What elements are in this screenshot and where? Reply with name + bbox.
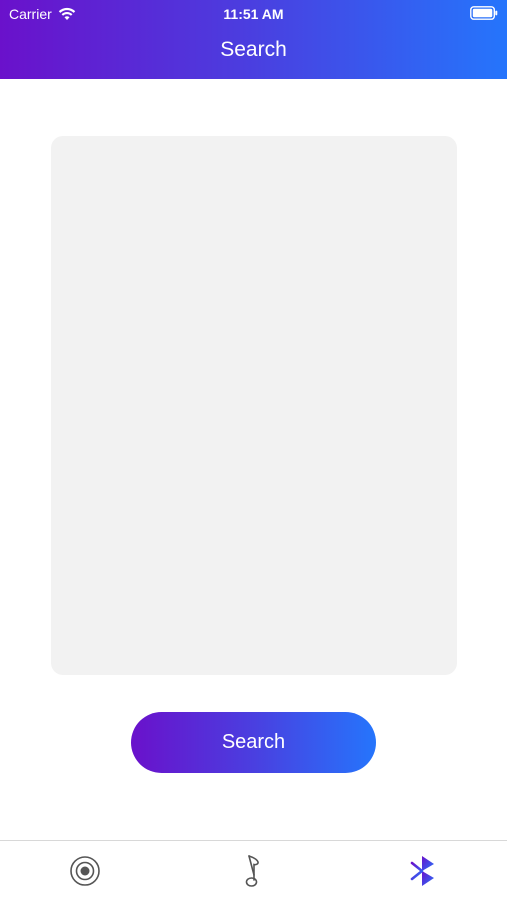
- tab-target[interactable]: [0, 841, 169, 900]
- tab-bar: [0, 840, 507, 900]
- page-title: Search: [220, 38, 287, 61]
- tab-music[interactable]: [169, 841, 338, 900]
- status-bar: Carrier 11:51 AM: [0, 0, 507, 28]
- app-screen: Carrier 11:51 AM Search Search: [0, 0, 507, 900]
- search-results-panel: [51, 136, 457, 675]
- music-note-icon: [243, 853, 265, 889]
- tab-bluetooth[interactable]: [338, 841, 507, 900]
- header: Carrier 11:51 AM Search: [0, 0, 507, 79]
- bluetooth-icon: [408, 854, 438, 888]
- status-time: 11:51 AM: [223, 6, 284, 22]
- battery-icon: [470, 6, 498, 20]
- target-icon: [69, 855, 101, 887]
- search-button[interactable]: Search: [131, 712, 376, 773]
